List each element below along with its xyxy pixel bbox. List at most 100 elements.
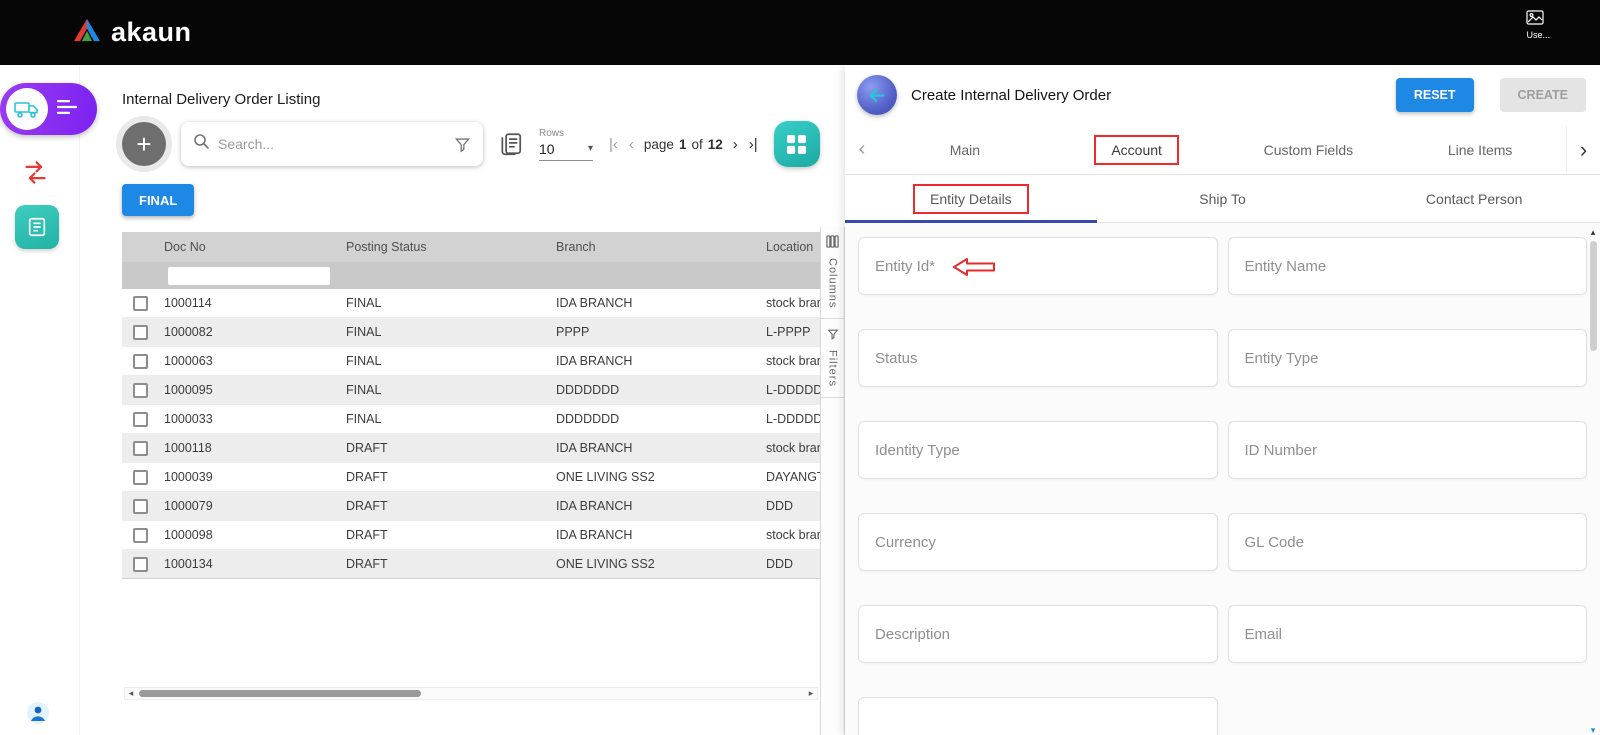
search-filter-icon[interactable] bbox=[454, 136, 471, 153]
search-input[interactable] bbox=[218, 136, 446, 152]
subtab-entity-details[interactable]: Entity Details bbox=[845, 175, 1097, 222]
tabs-scroll-right-icon[interactable]: › bbox=[1566, 125, 1600, 174]
table-row[interactable]: 1000114 FINAL IDA BRANCH stock branc bbox=[122, 289, 820, 318]
transfer-icon[interactable] bbox=[18, 155, 52, 189]
table-row[interactable]: 1000039 DRAFT ONE LIVING SS2 DAYANGTE bbox=[122, 463, 820, 492]
prev-page-button[interactable]: ‹ bbox=[628, 136, 635, 153]
row-checkbox[interactable] bbox=[133, 296, 148, 311]
tab-custom-fields[interactable]: Custom Fields bbox=[1223, 125, 1395, 174]
cell-doc-no: 1000079 bbox=[158, 499, 340, 513]
partial-field[interactable] bbox=[858, 697, 1218, 735]
account-subtabbar: Entity Details Ship To Contact Person bbox=[845, 175, 1600, 223]
gl-code-field[interactable]: GL Code bbox=[1228, 513, 1588, 571]
last-page-button[interactable]: ›| bbox=[748, 136, 759, 153]
duplicate-listing-icon[interactable] bbox=[498, 131, 524, 157]
table-row[interactable]: 1000095 FINAL DDDDDDD L-DDDDDD bbox=[122, 376, 820, 405]
cell-posting-status: DRAFT bbox=[340, 470, 550, 484]
tab-account[interactable]: Account bbox=[1051, 125, 1223, 174]
first-page-button[interactable]: |‹ bbox=[608, 136, 619, 153]
cell-posting-status: DRAFT bbox=[340, 557, 550, 571]
scroll-up-icon[interactable]: ▴ bbox=[1591, 227, 1596, 237]
user-avatar[interactable]: Use... bbox=[1526, 10, 1550, 40]
row-checkbox[interactable] bbox=[133, 383, 148, 398]
table-row[interactable]: 1000033 FINAL DDDDDDD L-DDDDDD bbox=[122, 405, 820, 434]
brand-logo[interactable]: akaun bbox=[72, 17, 192, 48]
rows-per-page-dropdown[interactable]: Rows 10 ▾ bbox=[539, 128, 593, 161]
tab-line-items[interactable]: Line Items bbox=[1394, 125, 1566, 174]
row-checkbox[interactable] bbox=[133, 325, 148, 340]
entity-type-field[interactable]: Entity Type bbox=[1228, 329, 1588, 387]
table-row[interactable]: 1000063 FINAL IDA BRANCH stock branc bbox=[122, 347, 820, 376]
row-checkbox[interactable] bbox=[133, 470, 148, 485]
delivery-order-table: Doc No Posting Status Branch Location 10… bbox=[122, 232, 820, 579]
reset-button[interactable]: RESET bbox=[1396, 78, 1474, 112]
entity-name-field[interactable]: Entity Name bbox=[1228, 237, 1588, 295]
cell-doc-no: 1000082 bbox=[158, 325, 340, 339]
tabs-scroll-left-icon[interactable]: ‹ bbox=[845, 138, 879, 161]
cell-doc-no: 1000095 bbox=[158, 383, 340, 397]
subtab-ship-to[interactable]: Ship To bbox=[1097, 175, 1349, 222]
add-button[interactable]: + bbox=[122, 122, 166, 166]
apps-grid-button[interactable] bbox=[774, 121, 820, 167]
columns-icon bbox=[826, 235, 839, 253]
description-field[interactable]: Description bbox=[858, 605, 1218, 663]
cell-location: L-DDDDDD bbox=[760, 412, 820, 426]
cell-posting-status: FINAL bbox=[340, 383, 550, 397]
id-number-field[interactable]: ID Number bbox=[1228, 421, 1588, 479]
back-button[interactable] bbox=[857, 75, 897, 115]
horizontal-scrollbar[interactable]: ◂ ▸ bbox=[124, 687, 818, 700]
current-page[interactable]: 1 bbox=[679, 137, 687, 152]
cell-doc-no: 1000039 bbox=[158, 470, 340, 484]
row-checkbox[interactable] bbox=[133, 441, 148, 456]
cell-branch: ONE LIVING SS2 bbox=[550, 557, 760, 571]
header-posting-status[interactable]: Posting Status bbox=[340, 240, 550, 254]
drawer-toggle-icon[interactable] bbox=[57, 99, 77, 120]
form-module-icon[interactable] bbox=[15, 205, 59, 249]
doc-no-filter-input[interactable] bbox=[168, 267, 330, 285]
subtab-contact-person[interactable]: Contact Person bbox=[1348, 175, 1600, 222]
cell-location: stock branc bbox=[760, 528, 820, 542]
identity-type-field[interactable]: Identity Type bbox=[858, 421, 1218, 479]
tab-main[interactable]: Main bbox=[879, 125, 1051, 174]
row-checkbox[interactable] bbox=[133, 557, 148, 572]
vertical-scroll-thumb[interactable] bbox=[1590, 241, 1597, 351]
email-field[interactable]: Email bbox=[1228, 605, 1588, 663]
table-row[interactable]: 1000134 DRAFT ONE LIVING SS2 DDD bbox=[122, 550, 820, 579]
cell-posting-status: FINAL bbox=[340, 354, 550, 368]
cell-doc-no: 1000134 bbox=[158, 557, 340, 571]
table-row[interactable]: 1000079 DRAFT IDA BRANCH DDD bbox=[122, 492, 820, 521]
currency-field[interactable]: Currency bbox=[858, 513, 1218, 571]
columns-toggle[interactable]: Columns bbox=[821, 227, 844, 319]
header-branch[interactable]: Branch bbox=[550, 240, 760, 254]
row-checkbox[interactable] bbox=[133, 499, 148, 514]
total-pages: 12 bbox=[708, 137, 723, 152]
vertical-scrollbar[interactable]: ▴ ▾ bbox=[1587, 227, 1599, 733]
next-page-button[interactable]: › bbox=[732, 136, 739, 153]
user-profile-icon[interactable] bbox=[26, 701, 50, 725]
filters-toggle[interactable]: Filters bbox=[821, 319, 844, 398]
rows-label: Rows bbox=[539, 128, 593, 139]
table-row[interactable]: 1000118 DRAFT IDA BRANCH stock branc bbox=[122, 434, 820, 463]
row-checkbox[interactable] bbox=[133, 528, 148, 543]
cell-branch: PPPP bbox=[550, 325, 760, 339]
create-button[interactable]: CREATE bbox=[1500, 78, 1586, 112]
horizontal-scroll-thumb[interactable] bbox=[139, 690, 421, 697]
cell-location: stock branc bbox=[760, 441, 820, 455]
final-filter-chip[interactable]: FINAL bbox=[122, 184, 194, 216]
row-checkbox[interactable] bbox=[133, 412, 148, 427]
cell-branch: IDA BRANCH bbox=[550, 441, 760, 455]
table-row[interactable]: 1000082 FINAL PPPP L-PPPP bbox=[122, 318, 820, 347]
header-doc-no[interactable]: Doc No bbox=[158, 240, 340, 254]
delivery-module-pill[interactable] bbox=[0, 83, 97, 135]
entity-id-field[interactable]: Entity Id* bbox=[858, 237, 1218, 295]
scroll-left-icon[interactable]: ◂ bbox=[125, 688, 137, 699]
scroll-down-icon[interactable]: ▾ bbox=[1591, 725, 1596, 735]
header-location[interactable]: Location bbox=[760, 240, 820, 254]
status-field[interactable]: Status bbox=[858, 329, 1218, 387]
user-avatar-alt-text: Use... bbox=[1526, 30, 1550, 40]
cell-location: stock branc bbox=[760, 354, 820, 368]
scroll-right-icon[interactable]: ▸ bbox=[805, 688, 817, 699]
row-checkbox[interactable] bbox=[133, 354, 148, 369]
table-row[interactable]: 1000098 DRAFT IDA BRANCH stock branc bbox=[122, 521, 820, 550]
cell-posting-status: DRAFT bbox=[340, 528, 550, 542]
